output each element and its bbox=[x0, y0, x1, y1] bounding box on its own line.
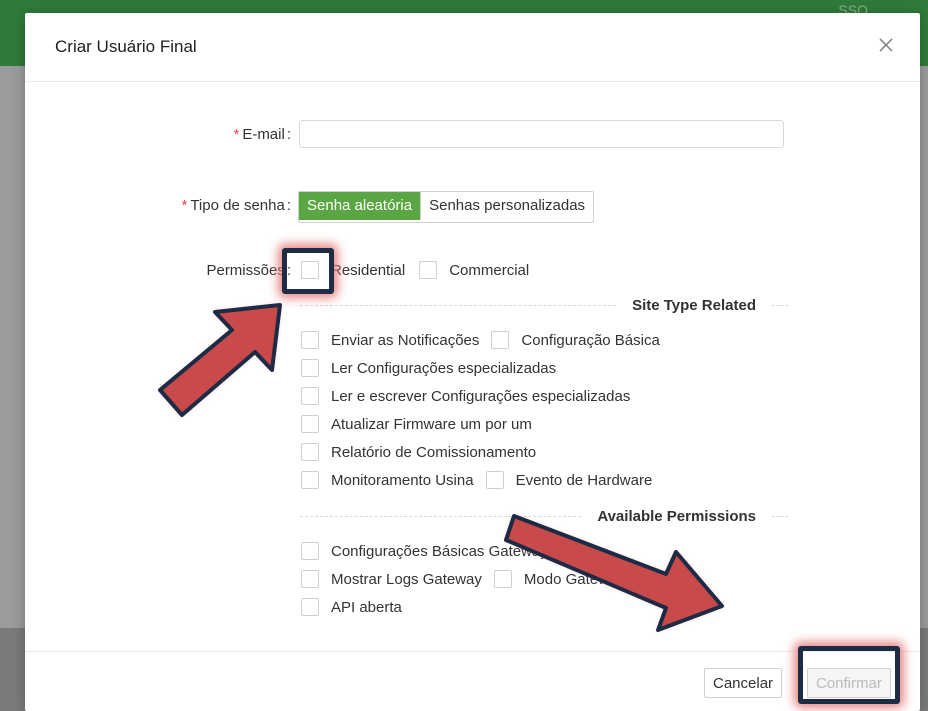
custom-password-button[interactable]: Senhas personalizadas bbox=[420, 192, 594, 220]
open-api-checkbox[interactable] bbox=[301, 598, 319, 616]
basic-config-checkbox[interactable] bbox=[491, 331, 510, 349]
send-notifications-label: Enviar as Notificações bbox=[331, 331, 480, 349]
divider-line bbox=[300, 305, 617, 306]
email-label-text: E-mail bbox=[242, 126, 285, 143]
password-type-toggle: Senha aleatória Senhas personalizadas bbox=[298, 191, 595, 223]
available-row-3: API aberta bbox=[301, 598, 414, 616]
site-type-row-3: Ler e escrever Configurações especializa… bbox=[301, 387, 642, 405]
commissioning-report-label: Relatório de Comissionamento bbox=[331, 443, 537, 461]
read-write-special-config-checkbox[interactable] bbox=[301, 387, 319, 405]
update-firmware-label: Atualizar Firmware um por um bbox=[331, 415, 532, 433]
label-colon: : bbox=[286, 126, 291, 143]
dialog-title: Criar Usuário Final bbox=[55, 37, 197, 56]
divider-line bbox=[772, 516, 788, 517]
plant-monitoring-checkbox[interactable] bbox=[301, 471, 319, 489]
required-mark: * bbox=[181, 197, 188, 214]
plant-monitoring-label: Monitoramento Usina bbox=[331, 471, 474, 489]
close-icon[interactable] bbox=[874, 33, 898, 57]
annotation-arrow-left bbox=[158, 303, 282, 417]
dialog-header: Criar Usuário Final bbox=[25, 13, 920, 82]
site-type-row-4: Atualizar Firmware um por um bbox=[301, 415, 544, 433]
basic-config-label: Configuração Básica bbox=[521, 331, 660, 349]
gateway-basic-config-checkbox[interactable] bbox=[301, 542, 319, 560]
commercial-label: Commercial bbox=[449, 261, 530, 279]
annotation-arrow-right bbox=[504, 514, 724, 632]
permissions-label: Permissões: bbox=[175, 262, 291, 279]
site-type-divider: Site Type Related bbox=[300, 297, 788, 314]
divider-line bbox=[772, 305, 788, 306]
annotation-box-confirm bbox=[798, 646, 900, 704]
read-special-config-label: Ler Configurações especializadas bbox=[331, 359, 557, 377]
permissions-options: Residential Commercial bbox=[301, 261, 541, 279]
site-type-title: Site Type Related bbox=[632, 297, 756, 314]
random-password-button[interactable]: Senha aleatória bbox=[299, 192, 421, 220]
cancel-button[interactable]: Cancelar bbox=[704, 668, 783, 698]
annotation-box-residential bbox=[282, 248, 334, 294]
site-type-row-5: Relatório de Comissionamento bbox=[301, 443, 548, 461]
read-write-special-config-label: Ler e escrever Configurações especializa… bbox=[331, 387, 631, 405]
update-firmware-checkbox[interactable] bbox=[301, 415, 319, 433]
required-mark: * bbox=[233, 126, 240, 143]
password-type-label: * Tipo de senha: bbox=[145, 197, 291, 214]
site-type-row-2: Ler Configurações especializadas bbox=[301, 359, 568, 377]
send-notifications-checkbox[interactable] bbox=[301, 331, 319, 349]
email-input[interactable] bbox=[299, 120, 784, 148]
commercial-checkbox[interactable] bbox=[419, 261, 438, 279]
residential-label: Residential bbox=[331, 261, 406, 279]
email-label: * E-mail: bbox=[175, 126, 291, 143]
read-special-config-checkbox[interactable] bbox=[301, 359, 319, 377]
label-colon: : bbox=[286, 197, 291, 214]
permissions-label-text: Permissões bbox=[206, 262, 285, 279]
site-type-row-1: Enviar as Notificações Configuração Bási… bbox=[301, 331, 672, 349]
open-api-label: API aberta bbox=[331, 598, 402, 616]
gateway-logs-label: Mostrar Logs Gateway bbox=[331, 570, 482, 588]
dialog-footer-divider bbox=[25, 651, 920, 652]
password-type-label-text: Tipo de senha bbox=[190, 197, 285, 214]
commissioning-report-checkbox[interactable] bbox=[301, 443, 319, 461]
gateway-logs-checkbox[interactable] bbox=[301, 570, 319, 588]
